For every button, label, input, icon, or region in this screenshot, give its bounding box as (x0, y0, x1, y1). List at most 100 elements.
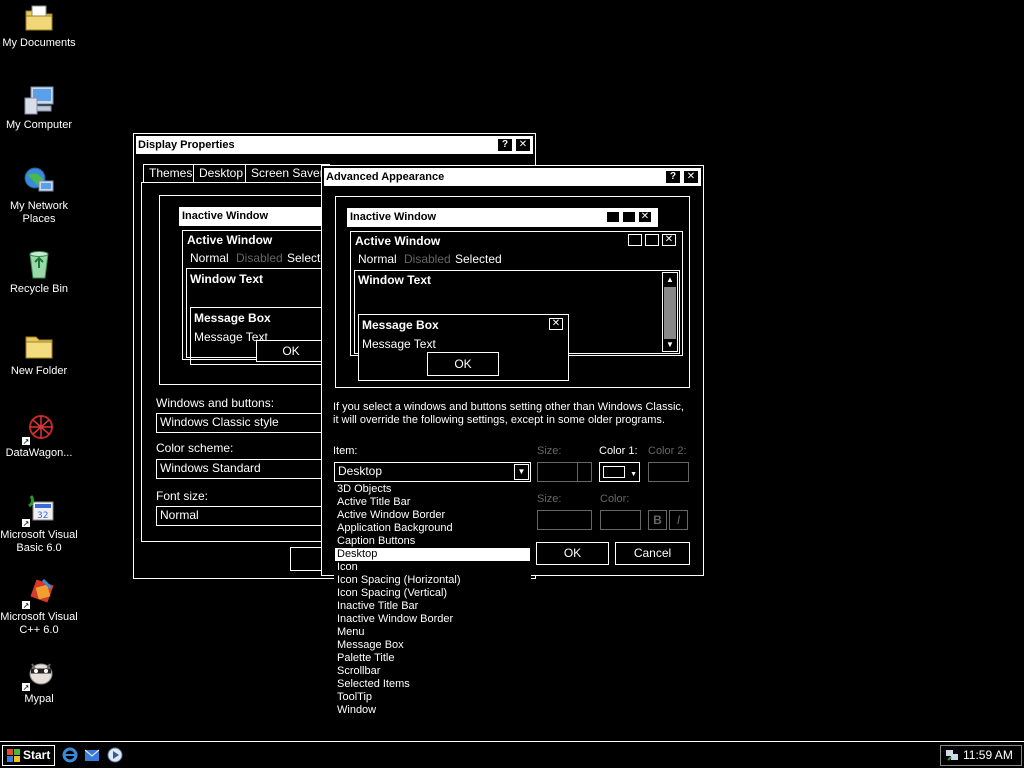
color1-picker[interactable]: ▼ (599, 462, 640, 482)
preview-menu-selected: Selected (455, 252, 502, 266)
close-icon: ✕ (662, 234, 676, 246)
preview-ok-button: OK (427, 352, 499, 376)
item-select[interactable]: Desktop ▼ (334, 462, 531, 482)
desktop-icon-recycle-bin[interactable]: Recycle Bin (0, 248, 78, 296)
preview-msgbox-title: Message Box (194, 311, 271, 325)
desktop-icon-label: DataWagon... (5, 447, 73, 459)
color2-label: Color 2: (648, 445, 687, 457)
preview-menu-disabled: Disabled (236, 251, 283, 265)
item-dropdown-option[interactable]: Palette Title (335, 652, 530, 665)
item-dropdown-option[interactable]: Active Window Border (335, 509, 530, 522)
internet-explorer-icon[interactable] (62, 747, 78, 763)
maximize-icon (622, 211, 636, 223)
svg-text:32: 32 (37, 511, 48, 521)
start-label: Start (23, 748, 51, 762)
close-button[interactable]: ✕ (683, 170, 699, 184)
item-dropdown-option[interactable]: ToolTip (335, 691, 530, 704)
chevron-down-icon: ▼ (630, 471, 637, 478)
desktop-icon-visual-basic[interactable]: 32 ↗ Microsoft Visual Basic 6.0 (0, 494, 78, 555)
desktop-icon-label: My Computer (5, 119, 73, 131)
desktop-icon-new-folder[interactable]: New Folder (0, 330, 78, 378)
item-dropdown-option[interactable]: Active Title Bar (335, 496, 530, 509)
preview-active-title: Active Window (187, 233, 273, 247)
item-dropdown-option[interactable]: Inactive Window Border (335, 613, 530, 626)
font-size-select[interactable]: Normal (156, 506, 326, 526)
window-title: Display Properties (138, 139, 235, 151)
font-size-select (537, 510, 592, 530)
system-tray: 11:59 AM (940, 745, 1022, 766)
item-dropdown-option[interactable]: 3D Objects (335, 483, 530, 496)
chevron-down-icon[interactable]: ▼ (514, 464, 529, 480)
tab-desktop[interactable]: Desktop (193, 164, 250, 183)
item-dropdown-option[interactable]: Message Box (335, 639, 530, 652)
preview-menu-disabled: Disabled (404, 252, 451, 266)
preview-msgbox-text: Message Text (362, 337, 436, 351)
font-size-label: Font size: (156, 489, 209, 503)
help-button[interactable]: ? (497, 138, 513, 152)
taskbar: Start 11:59 AM (0, 741, 1024, 768)
clock[interactable]: 11:59 AM (963, 748, 1013, 762)
outlook-express-icon[interactable] (84, 747, 100, 763)
desktop-icon-my-documents[interactable]: My Documents (0, 2, 78, 50)
item-dropdown-option[interactable]: Application Background (335, 522, 530, 535)
start-button[interactable]: Start (2, 745, 55, 766)
desktop-icon-label: Microsoft Visual (0, 611, 78, 623)
item-dropdown-option[interactable]: Selected Items (335, 678, 530, 691)
desktop-icon-my-computer[interactable]: My Computer (0, 84, 78, 132)
color-scheme-label: Color scheme: (156, 441, 234, 455)
folder-icon (23, 330, 55, 362)
ok-button[interactable]: OK (536, 542, 609, 565)
tab-screen-saver[interactable]: Screen Saver (245, 164, 330, 183)
preview-window-text: Window Text (358, 273, 431, 287)
shortcut-arrow-icon: ↗ (21, 682, 31, 692)
item-dropdown-option[interactable]: Icon Spacing (Vertical) (335, 587, 530, 600)
item-dropdown-option[interactable]: Menu (335, 626, 530, 639)
color-scheme-select[interactable]: Windows Standard (156, 459, 326, 479)
desktop-icon-my-network-places[interactable]: My Network Places (0, 165, 78, 226)
network-tray-icon[interactable] (945, 748, 959, 762)
preview-ok-button: OK (256, 340, 326, 362)
desktop-icon-visual-cpp[interactable]: ↗ Microsoft Visual C++ 6.0 (0, 576, 78, 637)
color1-label: Color 1: (599, 445, 638, 457)
display-properties-titlebar[interactable]: Display Properties ? ✕ (136, 136, 533, 154)
recycle-bin-icon (23, 248, 55, 280)
info-text-line1: If you select a windows and buttons sett… (333, 401, 684, 413)
item-dropdown-list: 3D Objects Active Title Bar Active Window … (334, 482, 531, 718)
visual-cpp-icon: ↗ (21, 576, 55, 610)
item-dropdown-option[interactable]: Inactive Title Bar (335, 600, 530, 613)
preview-scrollbar: ▲ ▼ (662, 272, 678, 352)
item-dropdown-option[interactable]: Caption Buttons (335, 535, 530, 548)
help-button[interactable]: ? (665, 170, 681, 184)
media-player-icon[interactable] (107, 747, 123, 763)
desktop-icon-datawagon[interactable]: ↗ DataWagon... (0, 412, 78, 460)
preview-menu-normal: Normal (190, 251, 229, 265)
desktop-icon-label: New Folder (10, 365, 68, 377)
item-dropdown-option[interactable]: Window (335, 704, 530, 717)
preview-window-text: Window Text (190, 272, 263, 286)
shortcut-arrow-icon: ↗ (21, 436, 31, 446)
visual-basic-icon: 32 ↗ (21, 494, 55, 528)
item-dropdown-option[interactable]: Icon (335, 561, 530, 574)
desktop-icon-mypal[interactable]: ↗ Mypal (0, 658, 78, 706)
desktop-icon-label: Recycle Bin (9, 283, 69, 295)
desktop-icon-label-line2: Places (22, 213, 56, 225)
item-dropdown-option[interactable]: Desktop (335, 548, 530, 561)
item-dropdown-option[interactable]: Icon Spacing (Horizontal) (335, 574, 530, 587)
bold-button: B (648, 510, 667, 530)
preview-inactive-titlebar: Inactive Window (179, 207, 329, 226)
scroll-up-icon: ▲ (666, 275, 674, 284)
close-icon: ✕ (549, 318, 563, 330)
windows-buttons-select[interactable]: Windows Classic style (156, 413, 326, 433)
color-swatch (603, 466, 625, 478)
window-title: Advanced Appearance (326, 171, 445, 183)
desktop-icon-label: My Documents (2, 37, 76, 49)
item-dropdown-option[interactable]: Scrollbar (335, 665, 530, 678)
close-button[interactable]: ✕ (515, 138, 531, 152)
tab-themes[interactable]: Themes (143, 164, 199, 183)
desktop-icon-label: Microsoft Visual (0, 529, 78, 541)
minimize-icon (628, 234, 642, 246)
desktop-icon-label: Mypal (24, 693, 54, 705)
folder-documents-icon (23, 2, 55, 34)
cancel-button[interactable]: Cancel (615, 542, 690, 565)
advanced-appearance-titlebar[interactable]: Advanced Appearance ? ✕ (324, 168, 701, 186)
